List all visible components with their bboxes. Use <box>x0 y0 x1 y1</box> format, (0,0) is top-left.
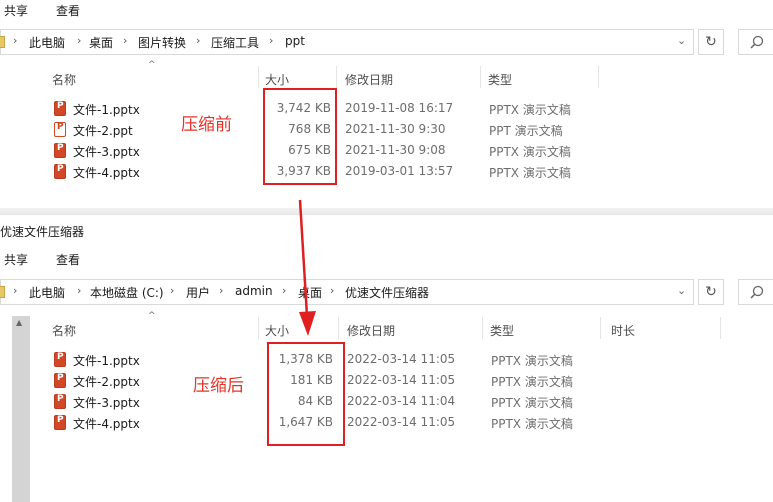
file-date: 2019-03-01 13:57 <box>345 164 454 178</box>
navigation-pane-scrollbar[interactable]: ▲ <box>12 316 30 502</box>
chevron-right-icon: › <box>77 34 82 47</box>
search-icon <box>750 285 764 299</box>
ppt-file-icon <box>54 122 66 137</box>
breadcrumb-item[interactable]: ppt <box>285 34 305 48</box>
breadcrumb-item[interactable]: 此电脑 <box>29 284 65 301</box>
pptx-file-icon <box>54 415 66 430</box>
annotation-before: 压缩前 <box>181 115 232 135</box>
highlight-box-after <box>267 342 345 446</box>
breadcrumb-item[interactable]: 用户 <box>186 284 210 301</box>
file-type: PPTX 演示文稿 <box>491 375 573 389</box>
chevron-right-icon: › <box>13 284 18 297</box>
breadcrumb-item[interactable]: 本地磁盘 (C:) <box>90 284 164 301</box>
bottom-ribbon: 共享 查看 <box>0 249 773 269</box>
column-header-type[interactable]: 类型 <box>488 71 512 95</box>
search-box[interactable] <box>738 279 773 305</box>
file-name: 文件-1.pptx <box>73 354 140 368</box>
pptx-file-icon <box>54 164 66 179</box>
scroll-up-icon[interactable]: ▲ <box>16 318 22 327</box>
column-divider <box>338 317 339 339</box>
breadcrumb-item[interactable]: 图片转换 <box>138 34 186 51</box>
sort-up-icon: ^ <box>148 311 156 321</box>
folder-icon <box>0 286 5 298</box>
file-name: 文件-4.pptx <box>73 417 140 431</box>
annotation-after: 压缩后 <box>193 376 244 396</box>
column-header-type[interactable]: 类型 <box>490 322 514 346</box>
file-name: 文件-1.pptx <box>73 103 140 117</box>
pptx-file-icon <box>54 101 66 116</box>
breadcrumb-item[interactable]: 优速文件压缩器 <box>345 284 429 301</box>
column-divider <box>258 317 259 339</box>
sort-up-icon: ^ <box>148 60 156 70</box>
chevron-right-icon: › <box>170 284 175 297</box>
file-type: PPTX 演示文稿 <box>491 396 573 410</box>
bottom-explorer-window: 优速文件压缩器 共享 查看 › 此电脑 › 本地磁盘 (C:) › 用户 › a… <box>0 214 773 502</box>
search-box[interactable] <box>738 29 773 55</box>
pptx-file-icon <box>54 352 66 367</box>
file-date: 2022-03-14 11:05 <box>347 352 456 366</box>
file-name: 文件-2.pptx <box>73 375 140 389</box>
folder-icon <box>0 36 5 48</box>
file-type: PPTX 演示文稿 <box>491 354 573 368</box>
file-type: PPTX 演示文稿 <box>489 103 571 117</box>
file-type: PPT 演示文稿 <box>489 124 563 138</box>
chevron-right-icon: › <box>13 34 18 47</box>
column-divider <box>258 66 259 88</box>
ribbon-share-tab[interactable]: 共享 <box>4 2 28 19</box>
column-divider <box>600 317 601 339</box>
pptx-file-icon <box>54 373 66 388</box>
file-name: 文件-2.ppt <box>73 124 133 138</box>
highlight-box-before <box>263 88 337 185</box>
refresh-button[interactable]: ↻ <box>698 29 724 55</box>
window-title: 优速文件压缩器 <box>0 225 85 239</box>
file-date: 2021-11-30 9:08 <box>345 143 446 157</box>
file-date: 2022-03-14 11:05 <box>347 415 456 429</box>
column-divider <box>480 66 481 88</box>
top-explorer-window: 共享 查看 › 此电脑 › 桌面 › 图片转换 › 压缩工具 › ppt ⌄ ↻… <box>0 0 773 212</box>
ribbon-view-tab[interactable]: 查看 <box>56 2 80 19</box>
file-name: 文件-4.pptx <box>73 166 140 180</box>
file-date: 2022-03-14 11:04 <box>347 394 456 408</box>
breadcrumb-item[interactable]: 桌面 <box>298 284 322 301</box>
breadcrumb-item[interactable]: 此电脑 <box>29 34 65 51</box>
file-date: 2022-03-14 11:05 <box>347 373 456 387</box>
chevron-right-icon: › <box>196 34 201 47</box>
breadcrumb-item[interactable]: 桌面 <box>89 34 113 51</box>
refresh-button[interactable]: ↻ <box>698 279 724 305</box>
top-address-bar[interactable]: › 此电脑 › 桌面 › 图片转换 › 压缩工具 › ppt ⌄ <box>0 29 694 55</box>
file-date: 2021-11-30 9:30 <box>345 122 446 136</box>
breadcrumb-item[interactable]: admin <box>235 284 273 298</box>
chevron-down-icon[interactable]: ⌄ <box>677 284 686 297</box>
ribbon-share-tab[interactable]: 共享 <box>4 251 28 268</box>
breadcrumb-item[interactable]: 压缩工具 <box>211 34 259 51</box>
column-divider <box>598 66 599 88</box>
column-header-modified[interactable]: 修改日期 <box>347 322 395 346</box>
column-divider <box>482 317 483 339</box>
file-name: 文件-3.pptx <box>73 145 140 159</box>
file-type: PPTX 演示文稿 <box>491 417 573 431</box>
file-date: 2019-11-08 16:17 <box>345 101 454 115</box>
chevron-right-icon: › <box>330 284 335 297</box>
ribbon-view-tab[interactable]: 查看 <box>56 251 80 268</box>
top-ribbon: 共享 查看 <box>0 0 773 20</box>
chevron-down-icon[interactable]: ⌄ <box>677 34 686 47</box>
column-header-name[interactable]: 名称 <box>52 71 76 95</box>
column-divider <box>720 317 721 339</box>
column-divider <box>336 66 337 88</box>
chevron-right-icon: › <box>269 34 274 47</box>
pptx-file-icon <box>54 143 66 158</box>
chevron-right-icon: › <box>123 34 128 47</box>
file-name: 文件-3.pptx <box>73 396 140 410</box>
file-type: PPTX 演示文稿 <box>489 145 571 159</box>
chevron-right-icon: › <box>219 284 224 297</box>
column-header-modified[interactable]: 修改日期 <box>345 71 393 95</box>
chevron-right-icon: › <box>282 284 287 297</box>
column-header-duration[interactable]: 时长 <box>611 322 635 346</box>
search-icon <box>750 35 764 49</box>
column-header-name[interactable]: 名称 <box>52 322 76 346</box>
file-type: PPTX 演示文稿 <box>489 166 571 180</box>
pptx-file-icon <box>54 394 66 409</box>
chevron-right-icon: › <box>77 284 82 297</box>
bottom-address-bar[interactable]: › 此电脑 › 本地磁盘 (C:) › 用户 › admin › 桌面 › 优速… <box>0 279 694 305</box>
